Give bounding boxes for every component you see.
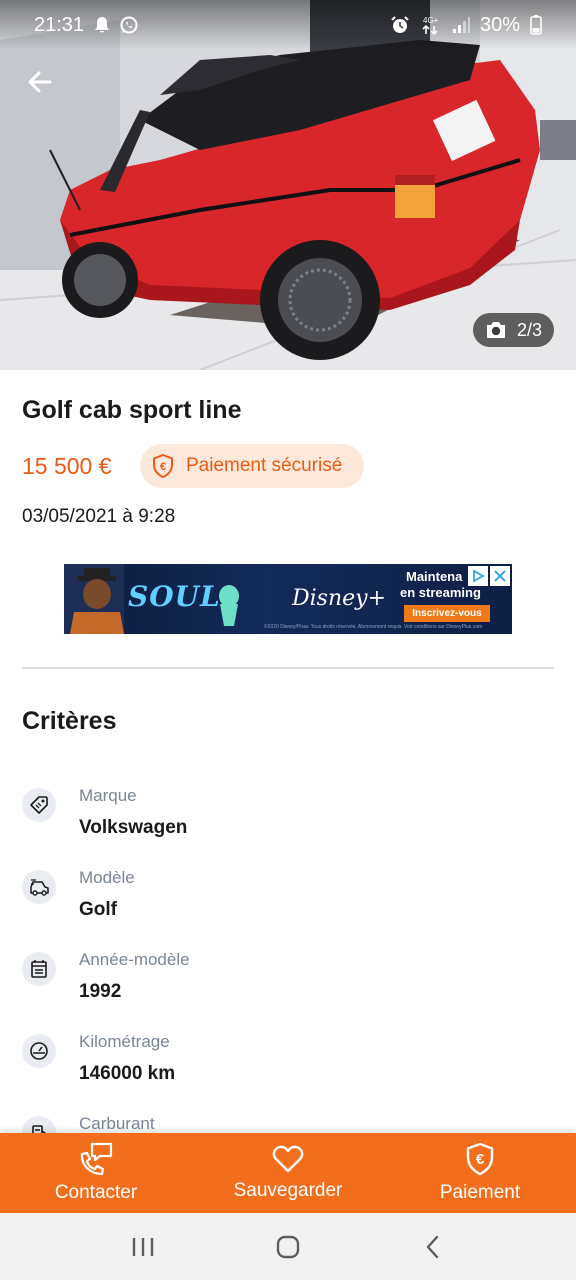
calendar-icon	[22, 952, 56, 986]
back-arrow-icon	[28, 71, 52, 93]
shield-euro-icon: €	[153, 454, 173, 478]
payment-button[interactable]: € Paiement	[384, 1133, 576, 1213]
ad-choices-button[interactable]	[468, 566, 488, 586]
svg-text:4G+: 4G+	[423, 16, 439, 25]
ad-fine-print: ©2020 Disney/Pixar. Tous droits réservés…	[264, 624, 483, 630]
criteria-item-brand: Marque Volkswagen	[22, 786, 542, 856]
recent-apps-icon	[132, 1237, 153, 1256]
shield-euro-icon: €	[466, 1142, 494, 1176]
system-back-button[interactable]	[403, 1222, 463, 1272]
listing-date: 03/05/2021 à 9:28	[22, 506, 176, 527]
status-bar: 21:31 4G+ 30%	[0, 0, 576, 50]
ad-subheadline: en streaming	[400, 585, 481, 600]
bottom-action-bar: Contacter Sauvegarder € Paiement	[0, 1133, 576, 1213]
ad-cta-button[interactable]: Inscrivez-vous	[404, 605, 490, 622]
save-button[interactable]: Sauvegarder	[192, 1133, 384, 1213]
listing-title: Golf cab sport line	[22, 396, 242, 424]
criteria-label: Carburant	[79, 1114, 155, 1133]
ad-close-button[interactable]	[490, 566, 510, 586]
section-divider	[22, 667, 554, 669]
photo-counter-text: 2/3	[516, 319, 542, 340]
listing-price: 15 500 €	[22, 453, 112, 479]
criteria-item-model: Modèle Golf	[22, 868, 542, 938]
criteria-value: 146000 km	[79, 1063, 176, 1084]
ad-headline: Maintena	[406, 569, 463, 584]
phone-message-icon	[80, 1142, 113, 1176]
criteria-label: Année-modèle	[79, 950, 190, 969]
back-button[interactable]	[20, 62, 60, 102]
criteria-label: Marque	[79, 786, 137, 805]
home-icon	[276, 1235, 300, 1258]
odometer-icon	[22, 1034, 56, 1068]
signal-bars-icon	[452, 17, 470, 33]
criteria-item-mileage: Kilométrage 146000 km	[22, 1032, 542, 1102]
criteria-value: Volkswagen	[79, 817, 188, 838]
secure-payment-badge[interactable]: € Paiement sécurisé	[140, 444, 365, 488]
ad-brand-logo: Disney+	[292, 586, 387, 611]
criteria-value: Golf	[79, 899, 117, 920]
criteria-item-year: Année-modèle 1992	[22, 950, 542, 1020]
criteria-value: 1992	[79, 981, 122, 1002]
home-button[interactable]	[258, 1222, 318, 1272]
heart-icon	[272, 1145, 304, 1173]
contact-label: Contacter	[54, 1182, 138, 1203]
svg-text:€: €	[476, 1151, 485, 1168]
bell-icon	[95, 17, 110, 33]
camera-icon	[486, 322, 505, 338]
secure-payment-label: Paiement sécurisé	[186, 455, 343, 476]
clock: 21:31	[34, 13, 85, 36]
whatsapp-icon	[120, 16, 138, 34]
criteria-label: Modèle	[79, 868, 135, 887]
ad-character-image	[64, 564, 124, 634]
ad-soul-character	[219, 585, 239, 626]
ad-movie-title: SOUL	[128, 580, 221, 613]
chevron-left-icon	[427, 1235, 439, 1258]
photo-counter[interactable]: 2/3	[472, 313, 554, 347]
payment-label: Paiement	[439, 1182, 521, 1203]
close-icon	[494, 570, 506, 582]
contact-button[interactable]: Contacter	[0, 1133, 192, 1213]
battery-percent: 30%	[479, 13, 520, 36]
listing-photo[interactable]: 21:31 4G+ 30% 2/3	[0, 0, 576, 370]
criteria-title: Critères	[22, 707, 117, 735]
system-nav-bar	[0, 1213, 576, 1280]
recent-apps-button[interactable]	[113, 1222, 173, 1272]
4g-signal-icon: 4G+	[422, 16, 439, 35]
save-label: Sauvegarder	[233, 1180, 343, 1201]
ad-choices-icon	[473, 569, 485, 583]
svg-text:€: €	[160, 461, 166, 473]
tag-icon	[22, 788, 56, 822]
criteria-label: Kilométrage	[79, 1032, 170, 1051]
alarm-icon	[391, 16, 409, 33]
ad-banner[interactable]: SOUL Disney+ Maintena en streaming Inscr…	[64, 564, 512, 634]
car-icon	[22, 870, 56, 904]
battery-icon	[530, 15, 542, 35]
